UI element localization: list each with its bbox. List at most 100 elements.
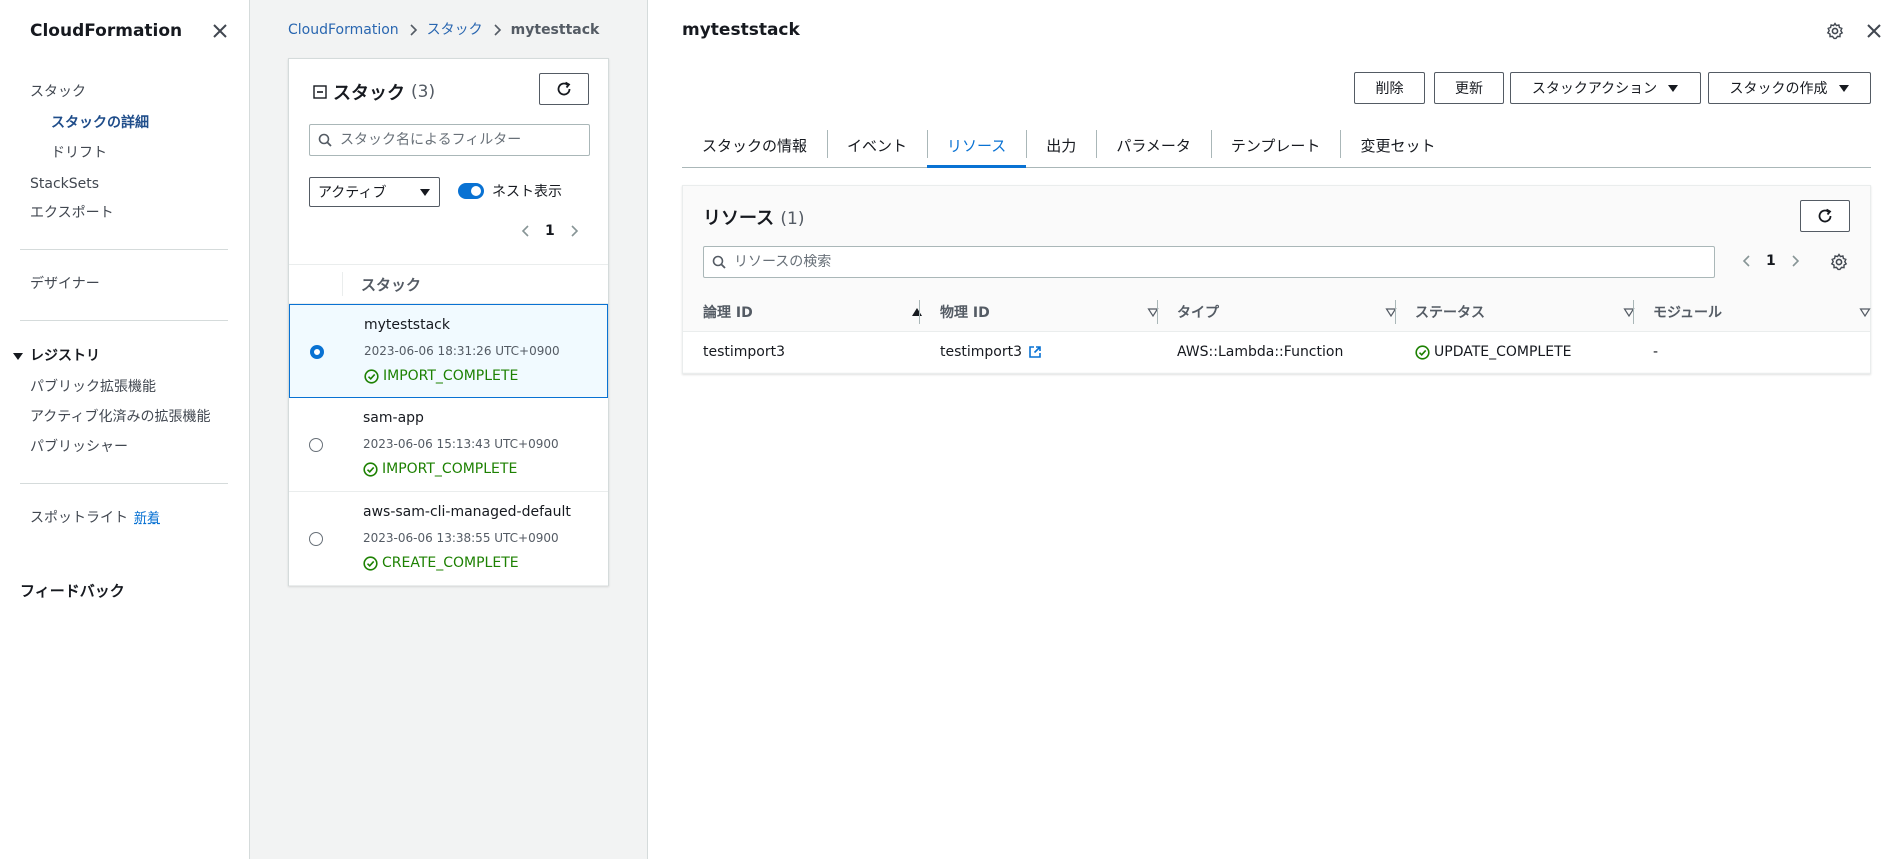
- column-header-logical-id[interactable]: 論理 ID: [703, 302, 923, 322]
- stack-radio[interactable]: [310, 345, 324, 359]
- nav-item-feedback[interactable]: フィードバック: [20, 581, 125, 601]
- nav-section-label: レジストリ: [30, 348, 100, 364]
- refresh-icon: [1816, 207, 1834, 225]
- column-label: ステータス: [1415, 305, 1485, 321]
- stack-radio[interactable]: [309, 532, 323, 546]
- stack-row-sam-app[interactable]: sam-app 2023-06-06 15:13:43 UTC+0900 IMP…: [289, 398, 608, 492]
- delete-button[interactable]: 削除: [1354, 72, 1425, 104]
- column-header-physical-id[interactable]: 物理 ID: [940, 302, 1159, 322]
- tab-change-sets[interactable]: 変更セット: [1340, 124, 1455, 167]
- column-label: タイプ: [1177, 305, 1219, 321]
- refresh-button[interactable]: [539, 73, 589, 105]
- preferences-gear-icon[interactable]: [1830, 253, 1848, 271]
- stack-status: IMPORT_COMPLETE: [364, 368, 518, 384]
- caret-down-icon: [1838, 82, 1850, 94]
- stack-name: sam-app: [363, 410, 424, 426]
- resource-search-input[interactable]: [734, 254, 1714, 270]
- resource-search-box: [703, 246, 1715, 278]
- nav-item-exports[interactable]: エクスポート: [30, 203, 114, 223]
- nav-item-spotlight[interactable]: スポットライト 新着: [30, 508, 160, 529]
- tab-template[interactable]: テンプレート: [1210, 124, 1341, 167]
- column-label: 物理 ID: [940, 305, 990, 321]
- tab-outputs[interactable]: 出力: [1026, 124, 1096, 167]
- resources-title-text: リソース: [703, 208, 775, 229]
- stack-row-myteststack[interactable]: myteststack 2023-06-06 18:31:26 UTC+0900…: [289, 304, 608, 398]
- breadcrumb: CloudFormation スタック mytesttack: [288, 20, 599, 40]
- tab-events[interactable]: イベント: [827, 124, 927, 167]
- create-stack-button[interactable]: スタックの作成: [1708, 72, 1871, 104]
- cell-physical-id-link[interactable]: testimport3: [940, 342, 1042, 362]
- stack-name: myteststack: [364, 317, 450, 333]
- column-header-type[interactable]: タイプ: [1177, 302, 1397, 322]
- nav-item-stacksets[interactable]: StackSets: [30, 174, 99, 194]
- selection-column-header: [289, 272, 343, 296]
- stack-filter-box: [309, 124, 590, 156]
- nav-item-stack-details[interactable]: スタックの詳細: [51, 113, 149, 133]
- resource-pagination: 1: [1740, 253, 1802, 269]
- physical-id-text: testimport3: [940, 344, 1023, 360]
- nav-section-registry[interactable]: レジストリ: [12, 346, 100, 366]
- stack-row-aws-sam-cli-managed-default[interactable]: aws-sam-cli-managed-default 2023-06-06 1…: [289, 492, 608, 586]
- nav-title[interactable]: CloudFormation: [30, 21, 182, 41]
- column-header-status[interactable]: ステータス: [1415, 302, 1635, 322]
- close-icon[interactable]: [1865, 22, 1883, 40]
- nav-header: CloudFormation: [30, 18, 229, 44]
- stack-time: 2023-06-06 13:38:55 UTC+0900: [363, 531, 559, 545]
- chevron-right-icon[interactable]: [567, 224, 581, 238]
- resources-panel: リソース (1) 1: [682, 185, 1871, 374]
- status-filter-select[interactable]: アクティブ: [309, 177, 440, 207]
- nav-item-publisher[interactable]: パブリッシャー: [30, 437, 128, 457]
- stack-filter-input[interactable]: [340, 132, 589, 148]
- chevron-left-icon[interactable]: [519, 224, 533, 238]
- tab-parameters[interactable]: パラメータ: [1096, 124, 1211, 167]
- nav-item-activated-extensions[interactable]: アクティブ化済みの拡張機能: [30, 407, 210, 427]
- column-label: モジュール: [1653, 305, 1723, 321]
- table-row[interactable]: testimport3 testimport3 AWS::Lambda::Fun…: [683, 332, 1870, 372]
- search-icon: [712, 255, 726, 269]
- column-divider: [1633, 300, 1634, 324]
- stack-count: (3): [411, 82, 436, 102]
- update-button[interactable]: 更新: [1434, 72, 1504, 104]
- caret-down-icon: [12, 350, 24, 362]
- chevron-right-icon: [407, 24, 419, 36]
- current-page[interactable]: 1: [545, 223, 555, 239]
- cell-logical-id: testimport3: [703, 344, 786, 360]
- stack-status-text: IMPORT_COMPLETE: [383, 368, 519, 384]
- stack-pagination: 1: [519, 223, 581, 239]
- breadcrumb-cloudformation[interactable]: CloudFormation: [288, 20, 399, 40]
- close-icon[interactable]: [211, 22, 229, 40]
- collapse-icon[interactable]: [313, 85, 327, 99]
- nav-item-public-extensions[interactable]: パブリック拡張機能: [30, 377, 156, 397]
- sort-icon: [1859, 306, 1871, 318]
- status-filter-value: アクティブ: [318, 185, 387, 201]
- stack-radio[interactable]: [309, 438, 323, 452]
- chevron-right-icon[interactable]: [1788, 254, 1802, 268]
- chevron-left-icon[interactable]: [1740, 254, 1754, 268]
- nested-toggle-switch[interactable]: [458, 183, 484, 199]
- settings-icon[interactable]: [1826, 22, 1844, 40]
- nav-item-designer[interactable]: デザイナー: [30, 274, 100, 294]
- stack-list-panel: スタック (3) アクティブ ネスト表示: [288, 58, 609, 586]
- column-header-stack: スタック: [361, 275, 422, 294]
- success-icon: [1415, 344, 1430, 360]
- stack-detail-panel: myteststack 削除 更新 スタックアクション スタックの作成 スタック…: [649, 0, 1903, 859]
- breadcrumb-current: mytesttack: [510, 22, 600, 38]
- cell-type: AWS::Lambda::Function: [1177, 344, 1344, 360]
- nav-item-stacks[interactable]: スタック: [30, 82, 86, 102]
- stack-status: IMPORT_COMPLETE: [363, 461, 517, 477]
- caret-down-icon: [419, 186, 431, 198]
- breadcrumb-stacks[interactable]: スタック: [427, 20, 483, 40]
- stack-actions-button[interactable]: スタックアクション: [1510, 72, 1701, 104]
- nav-item-drift[interactable]: ドリフト: [51, 143, 107, 163]
- nested-view-toggle[interactable]: ネスト表示: [458, 181, 562, 201]
- tab-stack-info[interactable]: スタックの情報: [682, 124, 827, 167]
- resources-refresh-button[interactable]: [1800, 200, 1850, 232]
- resources-count: (1): [780, 209, 805, 229]
- stack-actions-label: スタックアクション: [1531, 81, 1658, 97]
- column-header-module[interactable]: モジュール: [1653, 302, 1871, 322]
- stack-panel-header: スタック (3): [313, 79, 435, 105]
- stack-list-header: スタック: [289, 264, 608, 304]
- current-page[interactable]: 1: [1766, 253, 1776, 269]
- tab-resources[interactable]: リソース: [927, 124, 1027, 168]
- sort-ascending-icon: [911, 306, 923, 318]
